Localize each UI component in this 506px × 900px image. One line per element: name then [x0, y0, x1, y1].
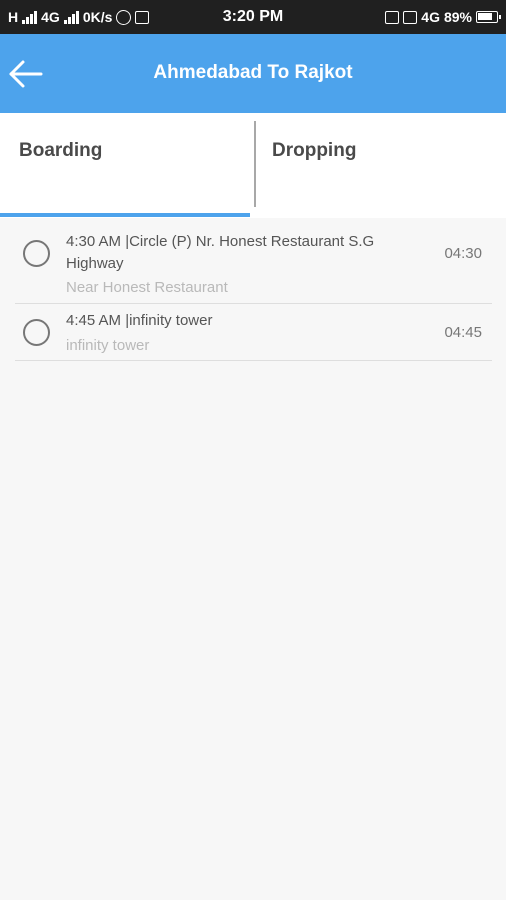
- stop-subtitle: Near Honest Restaurant: [66, 279, 228, 296]
- radio-button[interactable]: [23, 319, 50, 346]
- vibrate-icon: [385, 10, 400, 24]
- page-title: Ahmedabad To Rajkot: [153, 62, 353, 83]
- status-bar: H 4G 0K/s 3:20 PM 4G 89%: [0, 0, 506, 34]
- stop-title: 4:30 AM |Circle (P) Nr. Honest Restauran…: [66, 233, 375, 272]
- status-right: 4G 89%: [385, 0, 501, 34]
- radio-button[interactable]: [23, 240, 50, 267]
- tab-divider: [254, 121, 256, 207]
- list-item[interactable]: 4:45 AM |infinity tower infinity tower 0…: [15, 304, 492, 361]
- stop-subtitle: infinity tower: [66, 337, 150, 354]
- tab-boarding[interactable]: Boarding: [0, 113, 253, 218]
- stop-time: 04:45: [444, 324, 482, 341]
- battery-percent-label: 89%: [443, 9, 472, 25]
- stop-title: 4:45 AM |infinity tower: [66, 312, 213, 329]
- volte-icon: [403, 10, 418, 24]
- list-item[interactable]: 4:30 AM |Circle (P) Nr. Honest Restauran…: [15, 222, 492, 304]
- stop-time: 04:30: [444, 245, 482, 262]
- app-bar: Ahmedabad To Rajkot: [0, 34, 506, 113]
- tab-boarding-label: Boarding: [19, 140, 103, 161]
- tab-selected-indicator: [0, 213, 250, 217]
- battery-icon: [476, 11, 501, 23]
- tab-dropping[interactable]: Dropping: [253, 113, 506, 218]
- boarding-points-list: 4:30 AM |Circle (P) Nr. Honest Restauran…: [0, 222, 506, 361]
- tab-bar: Boarding Dropping: [0, 113, 506, 218]
- right-network-label: 4G: [421, 9, 440, 25]
- tab-dropping-label: Dropping: [272, 140, 357, 161]
